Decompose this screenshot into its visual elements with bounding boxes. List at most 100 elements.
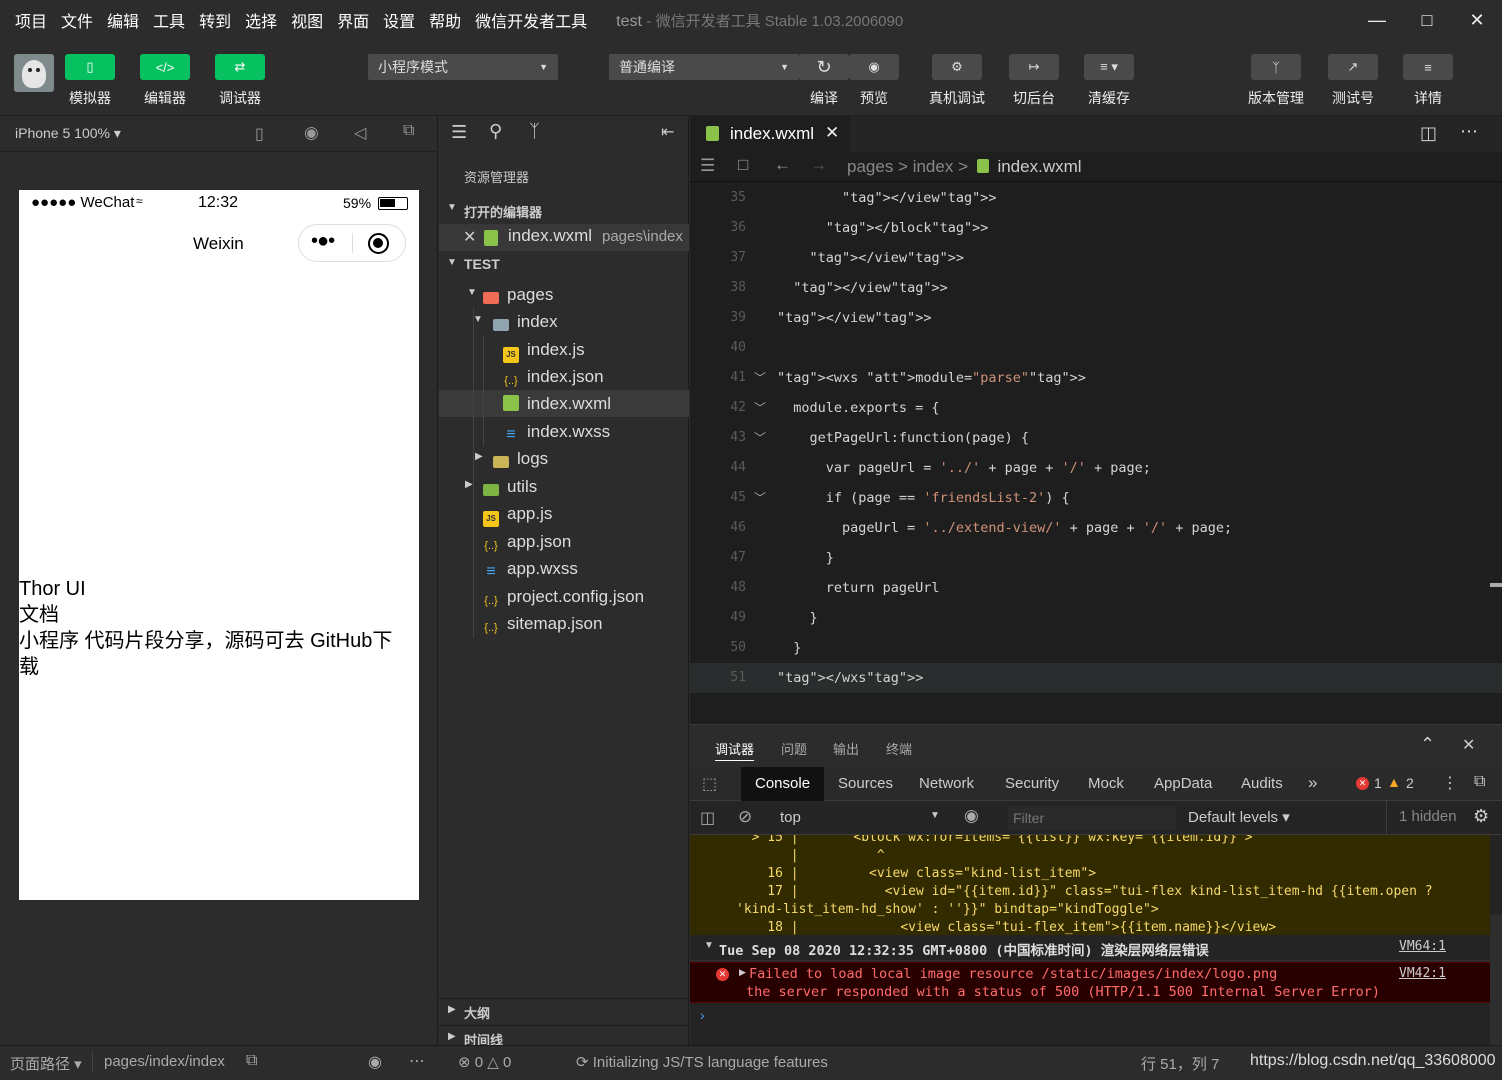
close-icon[interactable]: ✕: [1452, 0, 1502, 40]
gear-icon[interactable]: ⚙: [1473, 806, 1489, 827]
close-app-icon[interactable]: [368, 233, 389, 254]
warning-count[interactable]: 2: [1406, 775, 1414, 791]
expand-icon[interactable]: ▶: [739, 967, 746, 978]
menu-item-project[interactable]: 项目: [8, 8, 54, 32]
error-source-link[interactable]: VM42:1: [1399, 966, 1446, 981]
clear-console-icon[interactable]: ⊘: [738, 807, 752, 827]
tree-item[interactable]: {..} index.json: [503, 363, 603, 390]
code-line[interactable]: 44 var pageUrl = '../' + page + '/' + pa…: [690, 453, 1502, 483]
chevron-right-icon[interactable]: ▶: [475, 451, 483, 462]
open-editors-header[interactable]: ▼ 打开的编辑器: [439, 198, 689, 222]
bookmark-icon[interactable]: □: [738, 155, 748, 175]
code-line[interactable]: 40: [690, 333, 1502, 363]
context-select[interactable]: top ▼: [772, 805, 942, 831]
popout-icon[interactable]: ⧉: [403, 122, 414, 140]
breadcrumb-item[interactable]: index.wxml: [997, 157, 1081, 176]
tree-item[interactable]: ≡ app.wxss: [483, 555, 578, 582]
fold-icon[interactable]: ﹀: [754, 483, 766, 513]
editor-toggle[interactable]: </> 编辑器: [140, 54, 190, 108]
dock-icon[interactable]: ⧉: [1474, 773, 1485, 791]
devtools-tab-mock[interactable]: Mock: [1088, 775, 1124, 792]
code-line[interactable]: 45 ﹀ if (page == 'friendsList-2') {: [690, 483, 1502, 513]
tree-item[interactable]: ▬ pages: [483, 281, 553, 308]
tree-item[interactable]: ▬ index: [493, 308, 558, 335]
tree-item[interactable]: {..} project.config.json: [483, 583, 644, 610]
tree-item[interactable]: ▬ utils: [483, 473, 537, 500]
devtools-tab-console[interactable]: Console: [741, 767, 824, 801]
mode-select[interactable]: 小程序模式 ▼: [368, 54, 558, 80]
avatar[interactable]: [14, 54, 54, 92]
code-line[interactable]: 49 }: [690, 603, 1502, 633]
breadcrumb-item[interactable]: pages: [847, 157, 893, 176]
record-icon[interactable]: ◉: [304, 123, 319, 143]
editor-scrollbar[interactable]: [1490, 583, 1502, 587]
outline-header[interactable]: ▶ 大纲: [439, 998, 689, 1024]
close-icon[interactable]: ✕: [1462, 735, 1475, 755]
tree-item[interactable]: JS app.js: [483, 500, 552, 527]
devtools-tab-appdata[interactable]: AppData: [1154, 775, 1212, 792]
simulator-toggle[interactable]: ▯ 模拟器: [65, 54, 115, 108]
fold-icon[interactable]: ﹀: [754, 393, 766, 423]
code-line[interactable]: 39 "tag"></view"tag">>: [690, 303, 1502, 333]
tree-item[interactable]: {..} sitemap.json: [483, 610, 602, 637]
details-button[interactable]: ≡ 详情: [1403, 54, 1453, 108]
more-tabs-icon[interactable]: »: [1308, 773, 1317, 793]
code-area[interactable]: 35 "tag"></view"tag">> 36 "tag"></block"t…: [690, 183, 1502, 724]
copy-icon[interactable]: ⧉: [246, 1052, 257, 1070]
code-line[interactable]: 47 }: [690, 543, 1502, 573]
editor-tab[interactable]: index.wxml ✕: [690, 116, 850, 152]
code-line[interactable]: 36 "tag"></block"tag">>: [690, 213, 1502, 243]
device-select[interactable]: iPhone 5 100% ▾: [15, 125, 121, 142]
tree-item[interactable]: index.wxml: [503, 390, 611, 417]
content-doc-link[interactable]: 文档: [19, 602, 409, 628]
more-icon[interactable]: •●•: [311, 230, 335, 253]
clear-cache-button[interactable]: ≡ ▾ 清缓存: [1084, 54, 1134, 108]
more-icon[interactable]: ⋯: [1460, 121, 1478, 142]
error-count[interactable]: 1: [1374, 775, 1382, 791]
menu-item-devtools[interactable]: 微信开发者工具: [468, 8, 594, 32]
back-icon[interactable]: ←: [774, 155, 791, 175]
code-line[interactable]: 51 "tag"></wxs"tag">>: [690, 663, 1502, 693]
kebab-icon[interactable]: ⋮: [1442, 773, 1458, 793]
eye-icon[interactable]: ◉: [964, 806, 979, 826]
console-group-header[interactable]: ▼ Tue Sep 08 2020 12:32:35 GMT+0800 (中国标…: [690, 935, 1490, 961]
page-path-select[interactable]: 页面路径 ▾: [10, 1053, 82, 1074]
menu-item-edit[interactable]: 编辑: [100, 8, 146, 32]
levels-select[interactable]: Default levels ▾: [1188, 808, 1290, 826]
console-filter-input[interactable]: [1008, 806, 1176, 830]
code-line[interactable]: 46 pageUrl = '../extend-view/' + page + …: [690, 513, 1502, 543]
debugger-toggle[interactable]: ⇄ 调试器: [215, 54, 265, 108]
chevron-right-icon[interactable]: ▶: [465, 479, 473, 490]
chevron-down-icon[interactable]: ▼: [473, 314, 483, 325]
code-line[interactable]: 35 "tag"></view"tag">>: [690, 183, 1502, 213]
remote-debug-button[interactable]: ⚙ 真机调试: [929, 54, 985, 108]
menu-item-select[interactable]: 选择: [238, 8, 284, 32]
devtools-tab-audits[interactable]: Audits: [1241, 775, 1283, 792]
code-line[interactable]: 42 ﹀ module.exports = {: [690, 393, 1502, 423]
search-icon[interactable]: ⚲: [489, 121, 502, 142]
console-prompt-icon[interactable]: ›: [700, 1007, 705, 1023]
cursor-position[interactable]: 行 51，列 7: [1141, 1053, 1219, 1074]
menu-item-goto[interactable]: 转到: [192, 8, 238, 32]
fold-icon[interactable]: ﹀: [754, 423, 766, 453]
code-line[interactable]: 50 }: [690, 633, 1502, 663]
console-scrollbar[interactable]: [1490, 915, 1502, 1046]
eye-icon[interactable]: ◉: [368, 1052, 382, 1072]
split-editor-icon[interactable]: ◫: [1420, 123, 1437, 144]
background-button[interactable]: ↦ 切后台: [1009, 54, 1059, 108]
minimize-icon[interactable]: —: [1352, 0, 1402, 40]
devtools-tab-network[interactable]: Network: [919, 775, 974, 792]
code-line[interactable]: 38 "tag"></view"tag">>: [690, 273, 1502, 303]
close-icon[interactable]: ✕: [463, 227, 476, 247]
chevron-down-icon[interactable]: ▼: [467, 287, 477, 298]
menu-item-file[interactable]: 文件: [54, 8, 100, 32]
tree-item[interactable]: ≡ index.wxss: [503, 418, 610, 445]
panel-tab-output[interactable]: 输出: [833, 739, 859, 758]
open-editor-item[interactable]: ✕ index.wxml pages\index: [439, 224, 689, 251]
panel-tab-debugger[interactable]: 调试器: [715, 739, 755, 761]
list-icon[interactable]: ☰: [700, 156, 715, 176]
chevron-up-icon[interactable]: ⌃: [1420, 734, 1435, 755]
devtools-tab-sources[interactable]: Sources: [838, 775, 893, 792]
devtools-tab-security[interactable]: Security: [1005, 775, 1059, 792]
group-source-link[interactable]: VM64:1: [1399, 939, 1446, 954]
